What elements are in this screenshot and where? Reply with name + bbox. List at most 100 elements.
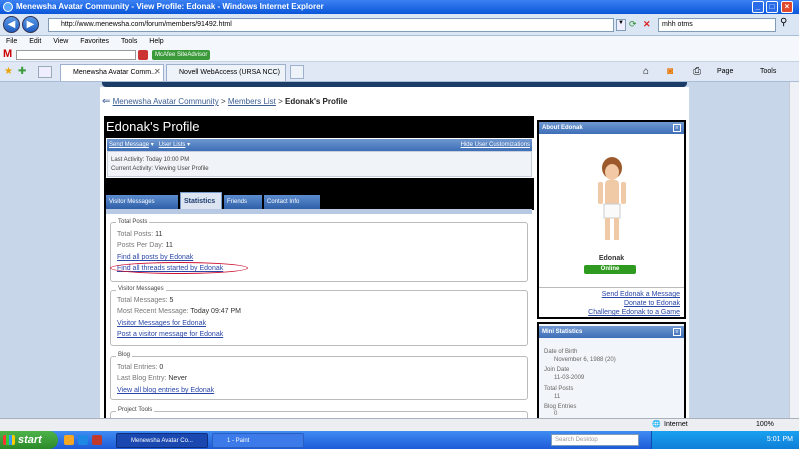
- mcafee-go-icon[interactable]: [138, 50, 148, 60]
- menu-edit[interactable]: Edit: [29, 38, 41, 45]
- tab-contact-info[interactable]: Contact Info: [264, 195, 320, 209]
- avatar: [598, 157, 626, 240]
- stat-label: Total Posts:: [117, 231, 154, 238]
- refresh-icon[interactable]: ⟳: [629, 19, 640, 31]
- maximize-button[interactable]: □: [766, 1, 778, 13]
- menu-tools[interactable]: Tools: [121, 38, 137, 45]
- divider: [539, 287, 684, 288]
- tab-friends[interactable]: Friends: [224, 195, 262, 209]
- blog-label: Blog Entries: [544, 404, 577, 410]
- tab-menewsha[interactable]: Menewsha Avatar Comm...: [60, 64, 164, 81]
- ie-quicklaunch-icon[interactable]: [78, 435, 88, 445]
- quicklaunch-icon[interactable]: [92, 435, 102, 445]
- window-title-bar: Menewsha Avatar Community - View Profile…: [0, 0, 799, 14]
- section-legend: Project Tools: [116, 407, 155, 413]
- scrollbar[interactable]: [789, 82, 799, 418]
- dropdown-icon[interactable]: ▾: [187, 142, 190, 148]
- favorites-star-icon[interactable]: ★: [4, 66, 13, 77]
- post-visitor-message-link[interactable]: Post a visitor message for Edonak: [117, 329, 223, 340]
- posts-label: Total Posts: [544, 386, 574, 392]
- send-message-link[interactable]: Send Message: [109, 142, 149, 148]
- taskbar-item-ie[interactable]: Menewsha Avatar Co...: [116, 433, 208, 448]
- collapse-icon[interactable]: ≡: [673, 124, 681, 132]
- new-tab-button[interactable]: [290, 65, 304, 79]
- quicklaunch-icon[interactable]: [64, 435, 74, 445]
- back-button[interactable]: ◀: [3, 16, 20, 33]
- user-lists-link[interactable]: User Lists: [159, 142, 186, 148]
- username: Edonak: [598, 255, 625, 262]
- quick-tabs-icon[interactable]: [38, 66, 52, 78]
- tab-label: Menewsha Avatar Comm...: [73, 69, 157, 76]
- join-value: 11-03-2009: [554, 375, 585, 381]
- about-header: About Edonak ≡: [539, 122, 684, 134]
- section-legend: Total Posts: [116, 219, 150, 225]
- menu-file[interactable]: File: [6, 38, 17, 45]
- ie-icon: [3, 2, 13, 12]
- total-entries-row: Total Entries: 0: [117, 363, 163, 373]
- view-blog-link[interactable]: View all blog entries by Edonak: [117, 385, 214, 396]
- print-icon[interactable]: ⎙: [693, 66, 701, 77]
- stat-label: Posts Per Day:: [117, 242, 164, 249]
- address-bar: ◀ ▶ http://www.menewsha.com/forum/member…: [0, 14, 799, 36]
- stat-label: Total Messages:: [117, 297, 168, 304]
- mcafee-search-field[interactable]: [16, 50, 136, 60]
- challenge-link[interactable]: Challenge Edonak to a Game: [539, 308, 680, 317]
- profile-title: Edonak's Profile: [104, 116, 534, 138]
- tab-divider: [106, 209, 532, 214]
- url-field[interactable]: http://www.menewsha.com/forum/members/91…: [48, 18, 614, 32]
- clock[interactable]: 5:01 PM: [767, 436, 793, 443]
- stat-value: 11: [165, 242, 173, 249]
- tab-close-icon[interactable]: ✕: [154, 67, 161, 76]
- zone-label: Internet: [664, 421, 688, 428]
- collapse-icon[interactable]: ≡: [673, 328, 681, 336]
- close-button[interactable]: ×: [781, 1, 793, 13]
- add-favorites-icon[interactable]: ✚: [18, 66, 26, 77]
- menu-favorites[interactable]: Favorites: [80, 38, 109, 45]
- windows-logo-icon: [3, 435, 15, 445]
- zoom-level[interactable]: 100%: [756, 419, 774, 431]
- url-dropdown-icon[interactable]: ▼: [616, 19, 626, 31]
- search-icon[interactable]: ⚲: [780, 17, 787, 28]
- stat-value: 0: [159, 364, 164, 371]
- stat-label: Most Recent Message:: [117, 308, 189, 315]
- browser-tab-bar: ★ ✚ Menewsha Avatar Comm... ✕ Novell Web…: [0, 62, 799, 82]
- menu-view[interactable]: View: [53, 38, 68, 45]
- minimize-button[interactable]: _: [752, 1, 764, 13]
- tab-novell[interactable]: Novell WebAccess (URSA NCC): [166, 64, 286, 81]
- highlight-circle: [110, 262, 248, 274]
- section-legend: Visitor Messages: [116, 286, 166, 292]
- hide-customizations-link[interactable]: Hide User Customizations: [461, 139, 530, 151]
- system-tray: 5:01 PM: [651, 431, 799, 449]
- breadcrumb-home-link[interactable]: Menewsha Avatar Community: [113, 97, 219, 106]
- about-title: About Edonak: [542, 125, 583, 131]
- send-message-link[interactable]: Send Edonak a Message: [539, 290, 680, 299]
- mini-statistics-header: Mini Statistics ≡: [539, 326, 684, 338]
- window-title: Menewsha Avatar Community - View Profile…: [16, 2, 324, 11]
- donate-link[interactable]: Donate to Edonak: [539, 299, 680, 308]
- tab-label: Novell WebAccess (URSA NCC): [179, 69, 281, 76]
- join-label: Join Date: [544, 367, 570, 373]
- menu-bar: File Edit View Favorites Tools Help: [0, 36, 799, 48]
- menu-help[interactable]: Help: [149, 38, 163, 45]
- page-menu[interactable]: Page: [717, 68, 733, 75]
- tab-visitor-messages[interactable]: Visitor Messages: [106, 195, 178, 209]
- mini-statistics-title: Mini Statistics: [542, 329, 583, 335]
- breadcrumb-members-link[interactable]: Members List: [228, 97, 276, 106]
- stat-label: Total Entries:: [117, 364, 158, 371]
- visitor-messages-link[interactable]: Visitor Messages for Edonak: [117, 318, 206, 329]
- mcafee-logo-icon: M: [3, 48, 13, 60]
- dob-value: November 6, 1988 (20): [554, 357, 616, 363]
- forward-button[interactable]: ▶: [22, 16, 39, 33]
- tools-menu[interactable]: Tools: [760, 68, 776, 75]
- tab-statistics[interactable]: Statistics: [180, 192, 222, 210]
- home-icon[interactable]: ⌂: [643, 66, 649, 77]
- search-input[interactable]: mhh otms: [658, 18, 776, 32]
- desktop-search-input[interactable]: Search Desktop: [551, 434, 639, 446]
- feeds-icon[interactable]: ◙: [667, 66, 673, 77]
- breadcrumb-arrow-icon: ⇐: [102, 96, 111, 107]
- taskbar-item-paint[interactable]: 1 - Paint: [212, 433, 304, 448]
- dob-label: Date of Birth: [544, 349, 578, 355]
- mcafee-siteadvisor-button[interactable]: McAfee SiteAdvisor: [152, 50, 211, 60]
- stop-icon[interactable]: ✕: [643, 19, 654, 31]
- dropdown-icon[interactable]: ▾: [151, 142, 154, 148]
